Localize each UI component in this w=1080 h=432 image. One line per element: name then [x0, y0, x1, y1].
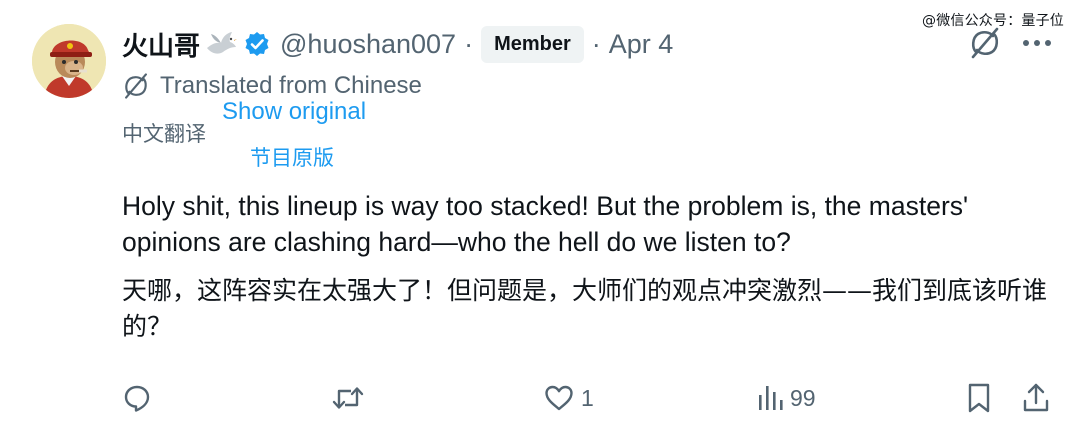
- share-icon: [1021, 382, 1051, 414]
- author-handle[interactable]: @huoshan007: [280, 29, 456, 60]
- show-original-cn: 节目原版: [250, 146, 334, 170]
- like-button[interactable]: 1: [543, 378, 594, 418]
- member-badge[interactable]: Member: [481, 25, 584, 63]
- translation-notice: Translated from Chinese: [122, 72, 422, 100]
- tweet-text-chinese: 天哪，这阵容实在太强大了！但问题是，大师们的观点冲突激烈——我们到底该听谁的？: [122, 276, 1048, 341]
- dove-icon: [204, 30, 238, 58]
- show-original-link[interactable]: Show original: [222, 98, 366, 126]
- retweet-icon: [331, 383, 365, 413]
- avatar[interactable]: [32, 24, 106, 98]
- more-icon[interactable]: [1022, 38, 1052, 48]
- views-button[interactable]: 99: [756, 378, 816, 418]
- reply-button[interactable]: [122, 378, 158, 418]
- display-name[interactable]: 火山哥: [122, 26, 200, 63]
- translate-icon: [122, 72, 150, 100]
- tweet-date[interactable]: Apr 4: [609, 29, 674, 60]
- action-bar: 1 99: [0, 378, 1080, 418]
- separator-dot: ·: [591, 28, 601, 59]
- share-button[interactable]: [1021, 378, 1051, 418]
- like-count: 1: [581, 384, 594, 411]
- avatar-image: [32, 24, 106, 98]
- verified-badge-icon: [244, 31, 270, 57]
- retweet-button[interactable]: [331, 378, 371, 418]
- view-count: 99: [790, 384, 816, 411]
- tweet-text-english: Holy shit, this lineup is way too stacke…: [122, 191, 969, 257]
- top-actions: [968, 26, 1052, 60]
- grok-icon[interactable]: [968, 26, 1002, 60]
- separator-dot: ·: [464, 28, 474, 59]
- bookmark-button[interactable]: [966, 378, 992, 418]
- heart-icon: [543, 383, 575, 413]
- bookmark-icon: [966, 382, 992, 414]
- tweet-header: 火山哥 @huoshan007 · Member · Apr 4: [122, 24, 673, 64]
- tweet-card: @微信公众号：量子位 火山哥 @huoshan007 · Member · Ap…: [0, 0, 1080, 432]
- translation-notice-cn: 中文翻译: [122, 122, 206, 146]
- reply-icon: [122, 383, 152, 413]
- translation-notice-text: Translated from Chinese: [160, 72, 422, 99]
- views-icon: [756, 383, 784, 413]
